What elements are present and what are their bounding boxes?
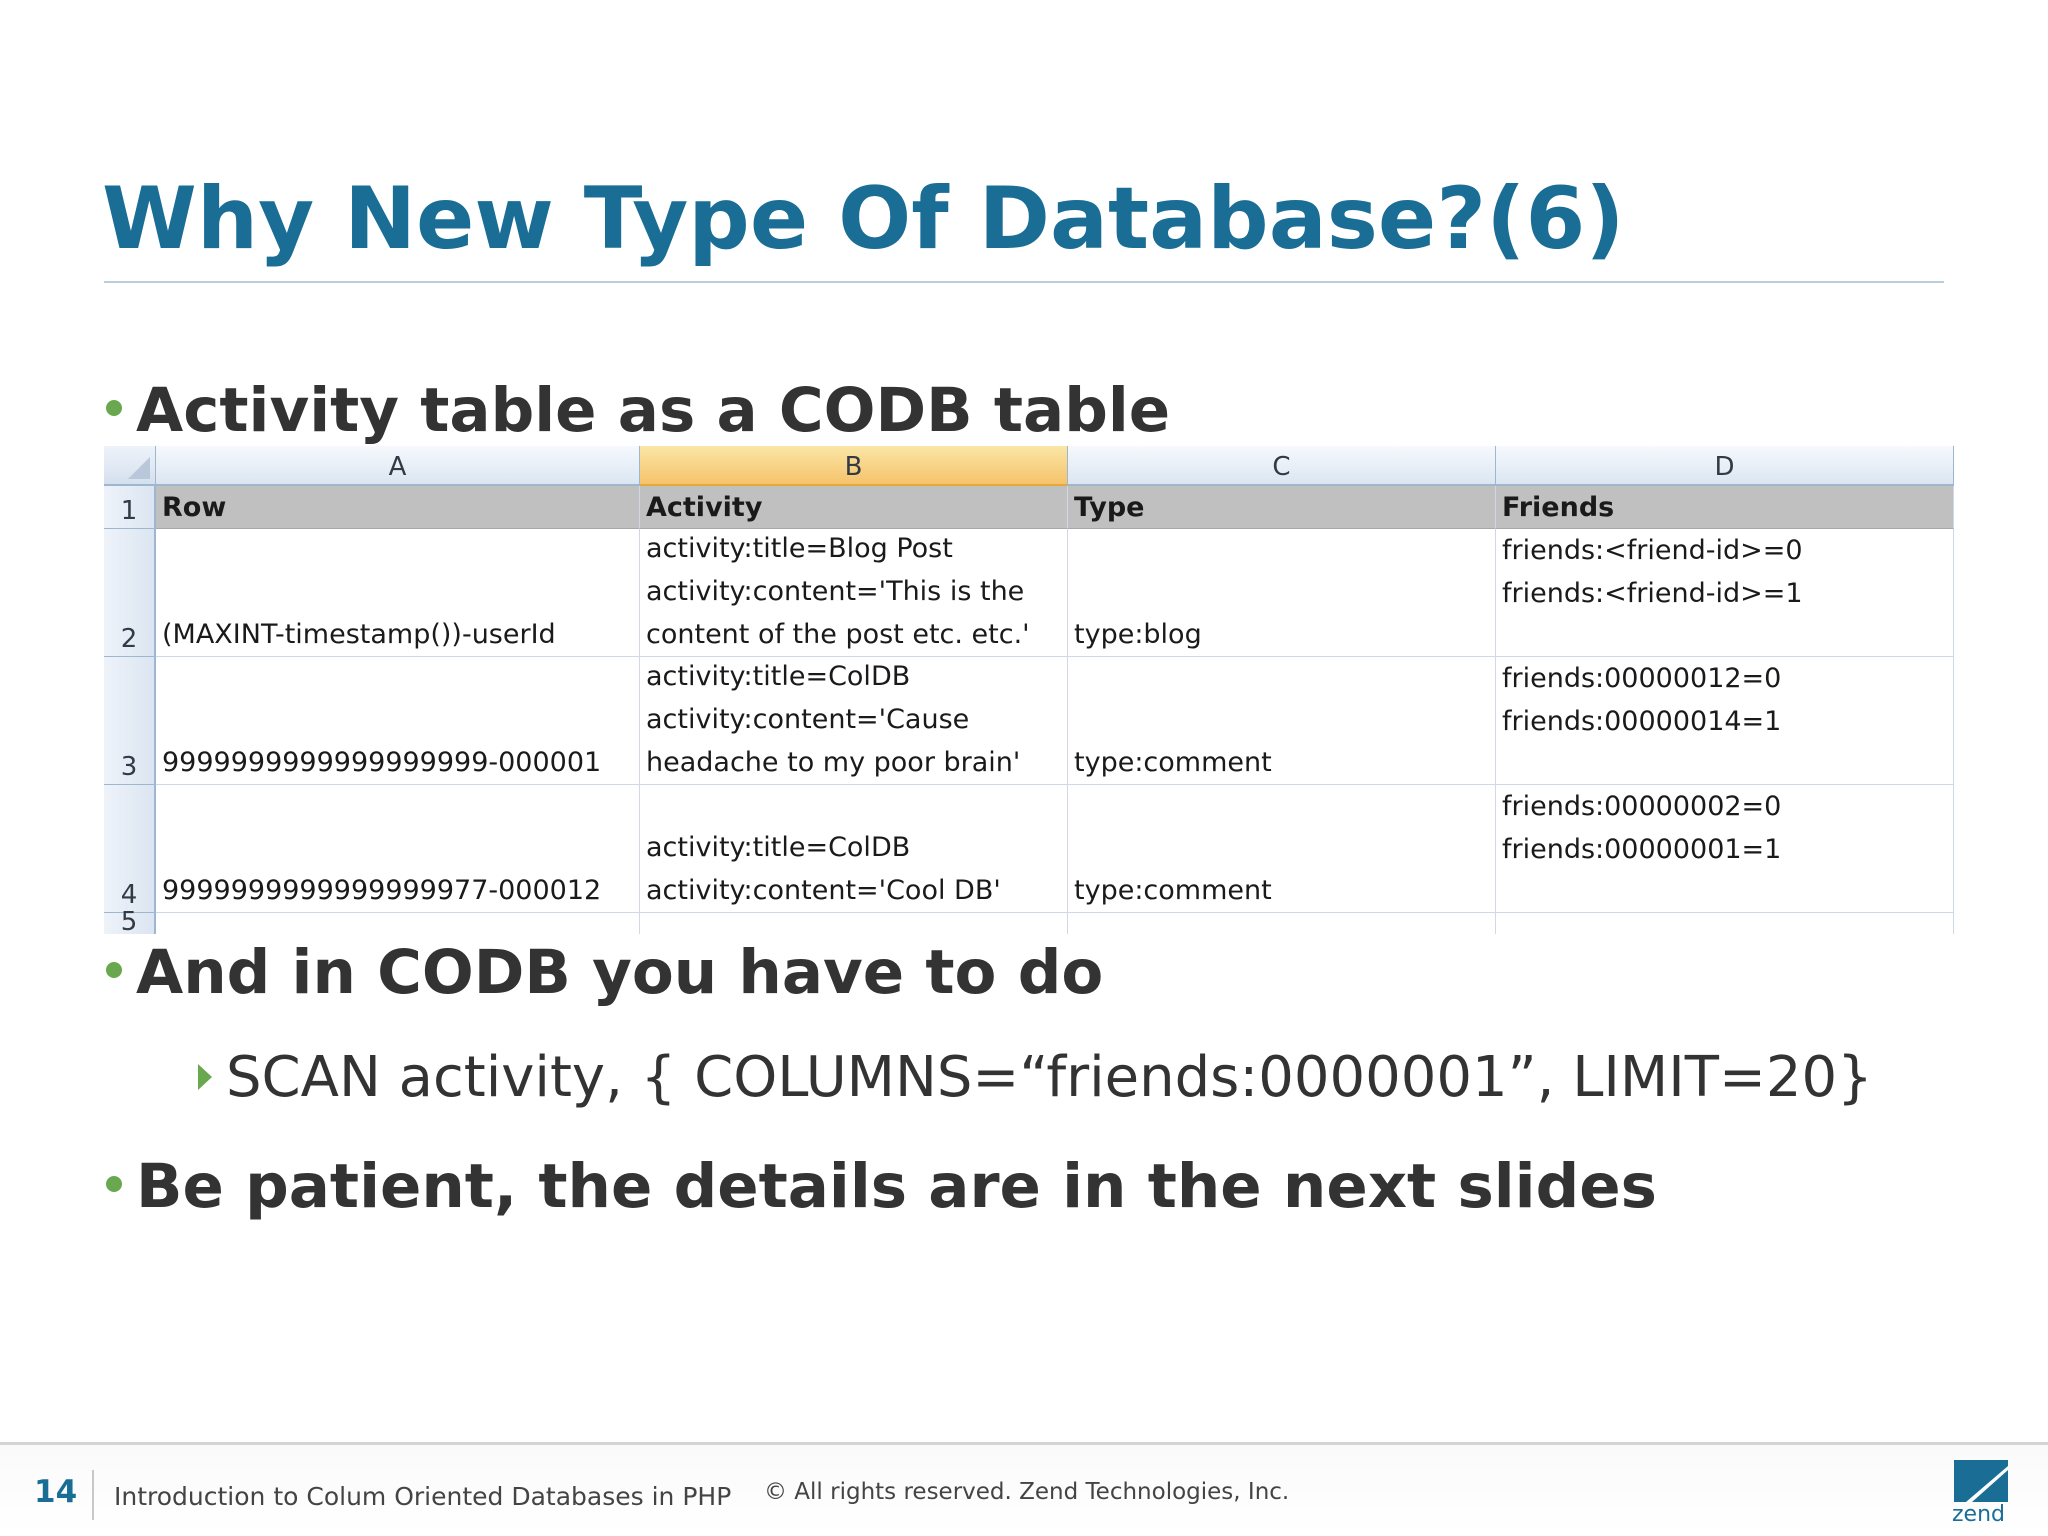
page-number: 14 [34, 1474, 78, 1510]
footer-separator [92, 1470, 94, 1520]
cell-c3[interactable]: type:comment [1068, 657, 1496, 785]
select-all-icon [128, 457, 150, 479]
cell-b4[interactable]: activity:title=ColDB activity:content='C… [640, 785, 1068, 913]
cell-text: Friends [1502, 492, 1615, 523]
arrow-bullet-icon [198, 1063, 212, 1090]
cell-line: friends:00000001=1 [1502, 834, 1782, 865]
bullet-activity-table: Activity table as a CODB table [106, 380, 1170, 441]
column-header-c[interactable]: C [1068, 446, 1496, 486]
cell-line: activity:content='Cause [646, 704, 970, 735]
bullet-be-patient: Be patient, the details are in the next … [106, 1156, 1657, 1217]
cell-d5[interactable] [1496, 913, 1954, 934]
cell-text: Activity [646, 492, 763, 523]
cell-b5[interactable] [640, 913, 1068, 934]
cell-line: headache to my poor brain' [646, 747, 1021, 778]
row-header-2[interactable]: 2 [104, 529, 156, 657]
cell-b3[interactable]: activity:title=ColDB activity:content='C… [640, 657, 1068, 785]
row-header-5[interactable]: 5 [104, 907, 156, 934]
bullet-codb-do: And in CODB you have to do [106, 942, 1103, 1003]
bullet-text: And in CODB you have to do [136, 937, 1104, 1008]
cell-a4[interactable]: 9999999999999999977-000012 [156, 785, 640, 913]
cell-a5[interactable] [156, 913, 640, 934]
presentation-title: Introduction to Colum Oriented Databases… [114, 1482, 732, 1511]
column-header-b[interactable]: B [640, 446, 1068, 486]
cell-line: activity:title=ColDB [646, 661, 911, 692]
row-header-3[interactable]: 3 [104, 657, 156, 785]
row-number: 4 [120, 880, 138, 910]
cell-text: Row [162, 492, 227, 523]
column-header-d[interactable]: D [1496, 446, 1954, 486]
cell-text: Type [1074, 492, 1145, 523]
bullet-dot-icon [106, 400, 122, 417]
cell-text: (MAXINT-timestamp())-userId [162, 619, 556, 650]
row-number: 2 [120, 624, 138, 654]
cell-line: friends:00000002=0 [1502, 791, 1782, 822]
sub-bullet-scan: SCAN activity, { COLUMNS=“friends:000000… [198, 1050, 1873, 1106]
cell-c5[interactable] [1068, 913, 1496, 934]
slide-title: Why New Type Of Database?(6) [102, 169, 1625, 269]
row-header-4[interactable]: 4 [104, 785, 156, 913]
title-divider [104, 281, 1944, 283]
cell-c4[interactable]: type:comment [1068, 785, 1496, 913]
bullet-dot-icon [106, 962, 122, 979]
spreadsheet-table: A B C D 1 Row Activity Type Friends 2 (M… [104, 446, 1964, 934]
cell-c1[interactable]: Type [1068, 486, 1496, 529]
cell-text: 9999999999999999999-000001 [162, 747, 602, 778]
cell-a1[interactable]: Row [156, 486, 640, 529]
cell-a2[interactable]: (MAXINT-timestamp())-userId [156, 529, 640, 657]
cell-line: content of the post etc. etc.' [646, 619, 1030, 650]
cell-line: activity:content='This is the [646, 576, 1025, 607]
cell-line: friends:<friend-id>=0 [1502, 535, 1803, 566]
row-number: 3 [120, 752, 138, 782]
cell-line: friends:00000012=0 [1502, 663, 1782, 694]
cell-d3[interactable]: friends:00000012=0 friends:00000014=1 [1496, 657, 1954, 785]
row-number: 5 [120, 907, 138, 934]
cell-text: 9999999999999999977-000012 [162, 875, 602, 906]
cell-line: activity:title=ColDB [646, 832, 911, 863]
cell-line: friends:<friend-id>=1 [1502, 578, 1803, 609]
cell-d2[interactable]: friends:<friend-id>=0 friends:<friend-id… [1496, 529, 1954, 657]
cell-line: activity:title=Blog Post [646, 533, 953, 564]
bullet-text: Activity table as a CODB table [136, 375, 1171, 446]
cell-text: type:comment [1074, 747, 1272, 778]
row-number: 1 [120, 496, 138, 526]
bullet-dot-icon [106, 1176, 122, 1193]
copyright-notice: © All rights reserved. Zend Technologies… [764, 1479, 1290, 1505]
cell-d4[interactable]: friends:00000002=0 friends:00000001=1 [1496, 785, 1954, 913]
cell-b1[interactable]: Activity [640, 486, 1068, 529]
cell-c2[interactable]: type:blog [1068, 529, 1496, 657]
cell-line: activity:content='Cool DB' [646, 875, 1001, 906]
cell-text: type:blog [1074, 619, 1202, 650]
cell-text: type:comment [1074, 875, 1272, 906]
cell-d1[interactable]: Friends [1496, 486, 1954, 529]
row-header-1[interactable]: 1 [104, 486, 156, 529]
cell-line: friends:00000014=1 [1502, 706, 1782, 737]
cell-b2[interactable]: activity:title=Blog Post activity:conten… [640, 529, 1068, 657]
cell-a3[interactable]: 9999999999999999999-000001 [156, 657, 640, 785]
zend-logo-text: zend [1952, 1502, 2005, 1527]
sub-bullet-text: SCAN activity, { COLUMNS=“friends:000000… [226, 1045, 1873, 1110]
select-all-corner[interactable] [104, 446, 156, 486]
column-header-a[interactable]: A [156, 446, 640, 486]
bullet-text: Be patient, the details are in the next … [136, 1151, 1657, 1222]
